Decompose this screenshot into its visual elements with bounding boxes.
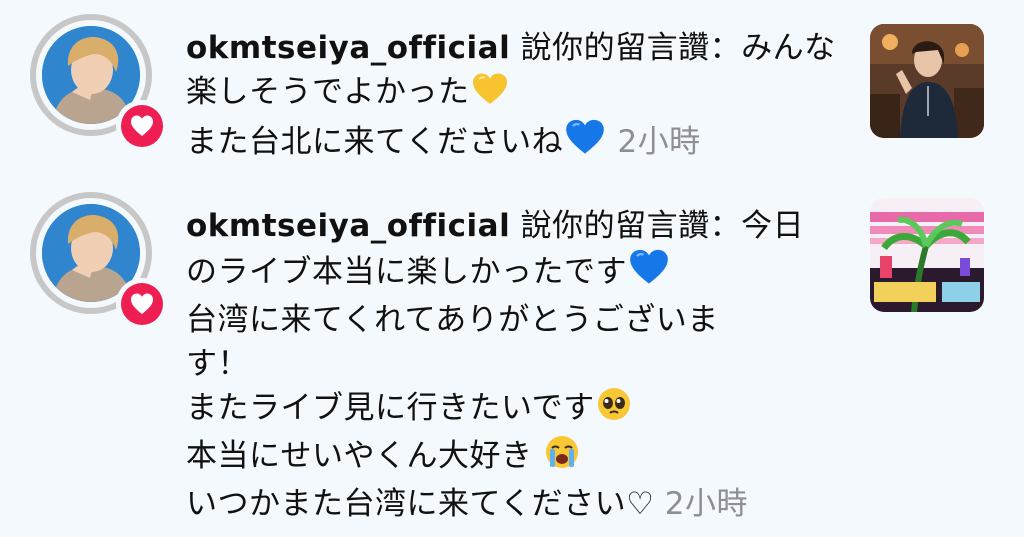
yellow-heart-emoji-icon	[471, 72, 509, 118]
post-thumbnail[interactable]	[870, 198, 984, 312]
comment-line: 今日	[741, 208, 805, 244]
comment-line: のライブ本当に楽しかったです	[186, 254, 627, 290]
avatar[interactable]	[30, 192, 168, 330]
username[interactable]: okmtseiya_official	[186, 30, 510, 66]
timestamp: 2小時	[617, 124, 701, 160]
activity-item[interactable]: okmtseiya_official 說你的留言讚：みんな楽しそうでよかった ま…	[0, 14, 1024, 174]
like-badge	[116, 278, 168, 330]
action-text: 說你的留言讚：	[510, 208, 742, 244]
notification-text: okmtseiya_official 說你的留言讚：今日 のライブ本当に楽しかっ…	[186, 204, 846, 526]
action-text: 說你的留言讚：	[510, 30, 742, 66]
timestamp: 2小時	[664, 486, 748, 522]
loudly-crying-face-emoji-icon	[544, 434, 580, 482]
comment-line: またライブ見に行きたいです	[186, 390, 595, 426]
blue-heart-emoji-icon	[564, 118, 606, 168]
heart-icon	[121, 283, 163, 325]
username[interactable]: okmtseiya_official	[186, 208, 510, 244]
notification-text: okmtseiya_official 說你的留言讚：みんな楽しそうでよかった ま…	[186, 26, 846, 168]
comment-line: いつかまた台湾に来てください♡	[186, 486, 655, 522]
avatar[interactable]	[30, 14, 168, 152]
like-badge	[116, 100, 168, 152]
post-thumbnail-photo-icon	[870, 24, 984, 138]
comment-line: また台北に来てくださいね	[186, 124, 564, 160]
comment-line: 本当にせいやくん大好き	[186, 438, 533, 474]
blue-heart-emoji-icon	[628, 248, 670, 298]
heart-icon	[121, 105, 163, 147]
pleading-face-emoji-icon	[596, 386, 632, 434]
comment-line: 台湾に来てくれてありがとうございま	[186, 302, 719, 338]
post-thumbnail[interactable]	[870, 24, 984, 138]
comment-line: す！	[186, 346, 249, 382]
activity-item[interactable]: okmtseiya_official 說你的留言讚：今日 のライブ本当に楽しかっ…	[0, 192, 1024, 522]
post-thumbnail-artwork-icon	[870, 198, 984, 312]
